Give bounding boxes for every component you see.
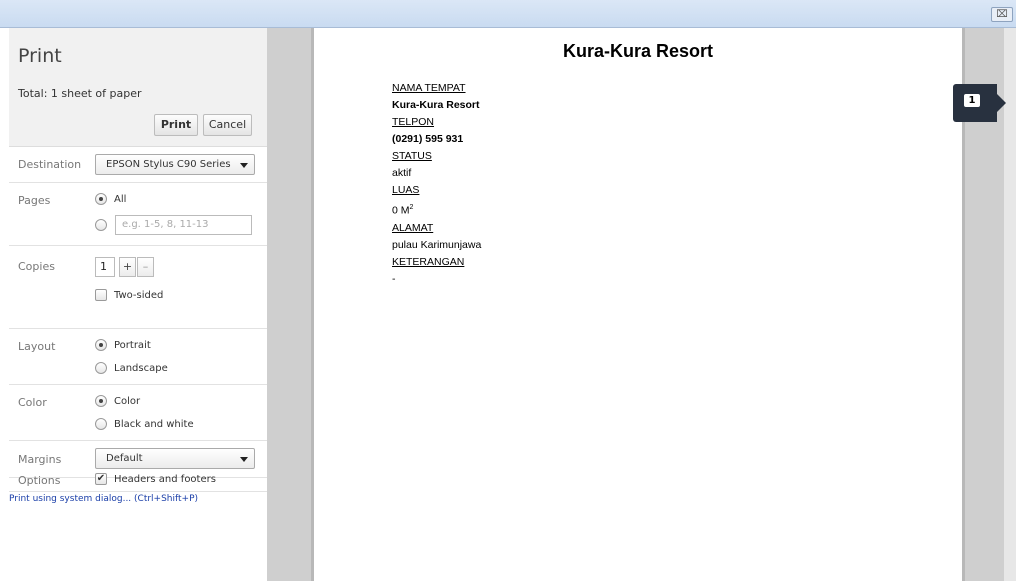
margins-label: Margins (18, 453, 62, 466)
portrait-option[interactable]: Portrait (95, 339, 151, 351)
field-label-nama: NAMA TEMPAT (392, 82, 466, 94)
field-value-status: aktif (392, 167, 412, 179)
pages-range-input[interactable]: e.g. 1-5, 8, 11-13 (115, 215, 252, 235)
options-label: Options (18, 474, 61, 487)
color-option-label: Color (114, 395, 141, 407)
field-value-telpon: (0291) 595 931 (392, 133, 464, 145)
cancel-button[interactable]: Cancel (203, 114, 252, 136)
field-value-keterangan: - (392, 272, 396, 285)
field-label-telpon: TELPON (392, 116, 435, 128)
field-label-alamat: ALAMAT (392, 221, 434, 234)
radio-icon[interactable] (95, 395, 107, 407)
radio-icon[interactable] (95, 362, 107, 374)
radio-icon[interactable] (95, 193, 107, 205)
preview-page: Kura-Kura Resort NAMA TEMPAT Kura-Kura R… (314, 28, 962, 581)
layout-label: Layout (18, 340, 56, 353)
radio-icon[interactable] (95, 219, 107, 231)
headers-footers-option[interactable]: ✔ Headers and footers (95, 473, 216, 485)
portrait-label: Portrait (114, 339, 151, 351)
window-titlebar: ⌧ (0, 0, 1016, 28)
document-title: Kura-Kura Resort (562, 41, 714, 61)
chevron-down-icon (240, 163, 248, 168)
margins-value: Default (106, 453, 143, 464)
pages-all-option[interactable]: All (95, 193, 126, 205)
field-value-nama: Kura-Kura Resort (392, 99, 480, 111)
two-sided-option[interactable]: Two-sided (95, 289, 163, 301)
color-section: Color Color Black and white (9, 385, 267, 441)
destination-select[interactable]: EPSON Stylus C90 Series (95, 154, 255, 175)
print-button[interactable]: Print (154, 114, 198, 136)
color-option[interactable]: Color (95, 395, 140, 407)
sheet-total: Total: 1 sheet of paper (18, 87, 142, 100)
layout-section: Layout Portrait Landscape (9, 329, 267, 385)
close-icon[interactable]: ⌧ (991, 7, 1013, 22)
system-dialog-link[interactable]: Print using system dialog... (Ctrl+Shift… (9, 494, 198, 504)
destination-value: EPSON Stylus C90 Series (106, 159, 231, 170)
page-thumbnail-badge[interactable]: 1 (953, 84, 1006, 122)
checkbox-icon[interactable] (95, 289, 107, 301)
landscape-label: Landscape (114, 362, 168, 374)
destination-section: Destination EPSON Stylus C90 Series (9, 147, 267, 183)
destination-label: Destination (18, 158, 82, 171)
color-label: Color (18, 396, 47, 409)
copies-increment-button[interactable]: + (119, 257, 136, 277)
field-value-alamat: pulau Karimunjawa (392, 238, 482, 251)
page-number: 1 (964, 94, 980, 107)
radio-icon[interactable] (95, 339, 107, 351)
black-white-label: Black and white (114, 418, 194, 430)
headers-footers-label: Headers and footers (114, 473, 216, 485)
pages-all-label: All (114, 193, 127, 205)
options-section: Options ✔ Headers and footers (9, 473, 267, 492)
radio-icon[interactable] (95, 418, 107, 430)
two-sided-label: Two-sided (114, 289, 164, 301)
landscape-option[interactable]: Landscape (95, 362, 168, 374)
copies-label: Copies (18, 260, 55, 273)
copies-decrement-button[interactable]: – (137, 257, 154, 277)
document-fields: NAMA TEMPAT Kura-Kura Resort TELPON (029… (392, 80, 481, 288)
print-settings-panel: Print Total: 1 sheet of paper Print Canc… (9, 28, 268, 581)
field-label-status: STATUS (392, 150, 432, 162)
field-label-luas: LUAS (392, 184, 420, 196)
page-title: Print (18, 45, 62, 67)
copies-input[interactable]: 1 (95, 257, 115, 277)
chevron-down-icon (240, 457, 248, 462)
pages-range-option[interactable] (95, 219, 114, 231)
margins-select[interactable]: Default (95, 448, 255, 469)
field-value-luas: 0 M2 (392, 199, 481, 220)
luas-superscript: 2 (409, 204, 414, 211)
checkmark-icon[interactable]: ✔ (95, 473, 107, 485)
pages-section: Pages All e.g. 1-5, 8, 11-13 (9, 183, 267, 246)
black-white-option[interactable]: Black and white (95, 418, 194, 430)
panel-header: Print Total: 1 sheet of paper Print Canc… (9, 28, 267, 147)
pages-label: Pages (18, 194, 51, 207)
luas-number: 0 M (392, 204, 410, 217)
field-label-keterangan: KETERANGAN (392, 255, 465, 268)
